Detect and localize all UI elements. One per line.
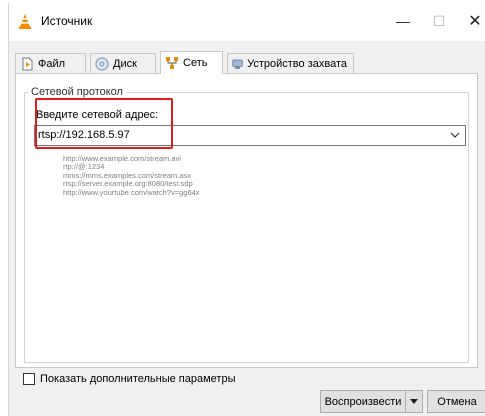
cancel-button[interactable]: Отмена: [427, 390, 485, 413]
close-button[interactable]: ✕: [461, 9, 485, 33]
address-value[interactable]: rtsp://192.168.5.97: [38, 129, 130, 141]
tab-label: Устройство захвата: [247, 57, 347, 70]
tab-network[interactable]: Сеть: [160, 51, 223, 74]
example-url: http://www.yourtube.com/watch?v=gg64x: [63, 187, 200, 197]
tab-label: Сеть: [183, 57, 208, 69]
window-title: Источник: [41, 14, 93, 28]
address-label: Введите сетевой адрес:: [36, 109, 159, 121]
capture-device-icon: [232, 59, 243, 69]
tab-capture-device[interactable]: Устройство захвата: [227, 53, 354, 73]
play-button[interactable]: Воспроизвести: [321, 391, 406, 412]
network-address-combobox[interactable]: rtsp://192.168.5.97: [34, 125, 466, 146]
minimize-button[interactable]: —: [389, 9, 417, 33]
play-options-dropdown[interactable]: [406, 391, 422, 412]
tab-file[interactable]: Файл: [15, 53, 86, 73]
tab-label: Файл: [38, 57, 66, 70]
vlc-cone-icon: [19, 14, 31, 29]
show-more-options[interactable]: Показать дополнительные параметры: [23, 373, 235, 385]
group-title: Сетевой протокол: [28, 86, 126, 98]
tab-disc[interactable]: Диск: [90, 53, 156, 73]
tab-label: Диск: [113, 57, 137, 70]
play-split-button: Воспроизвести: [320, 390, 423, 413]
show-more-label: Показать дополнительные параметры: [40, 373, 236, 385]
maximize-button[interactable]: ☐: [425, 9, 453, 33]
file-icon: [22, 57, 33, 70]
show-more-checkbox[interactable]: [23, 373, 35, 385]
url-examples: http://www.example.com/stream.avi rtp://…: [63, 154, 200, 197]
open-media-dialog: Источник — ☐ ✕ Файл Диск Сеть Устройство…: [8, 3, 485, 416]
caret-down-icon: [410, 398, 418, 404]
network-icon: [166, 57, 178, 69]
title-bar: Источник — ☐ ✕: [9, 3, 485, 41]
chevron-down-icon[interactable]: [449, 128, 461, 142]
disc-icon: [95, 57, 109, 70]
network-panel: Сетевой протокол Введите сетевой адрес: …: [15, 73, 478, 368]
